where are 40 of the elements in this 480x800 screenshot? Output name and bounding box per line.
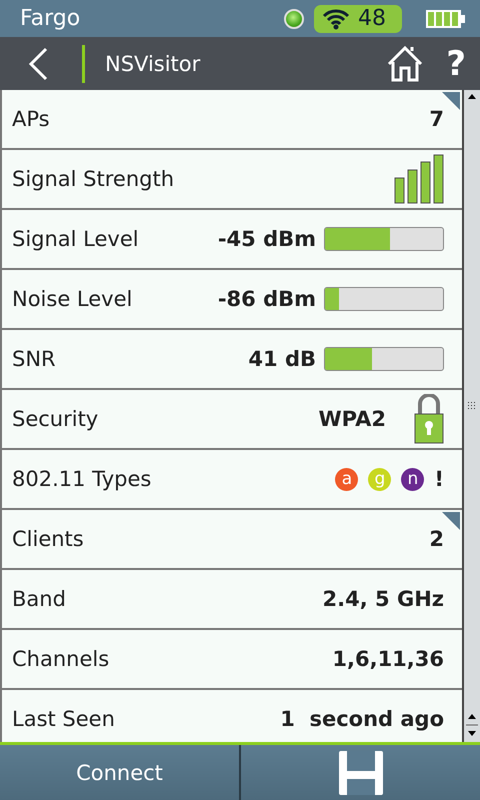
row-value: 41 dB [248, 347, 316, 371]
row-value: 2 [429, 527, 444, 551]
connect-button[interactable]: Connect [0, 745, 239, 800]
row-value: 1,6,11,36 [332, 647, 444, 671]
row-label: APs [12, 107, 51, 131]
row-label: Signal Level [12, 227, 140, 251]
battery-icon [426, 8, 466, 28]
row-label: 802.11 Types [12, 467, 152, 491]
row-label: Noise Level [12, 287, 134, 311]
home-icon[interactable] [386, 44, 424, 82]
type-badge: g [368, 468, 392, 490]
wifi-count: 48 [358, 6, 386, 31]
scroll-grip-icon[interactable] [467, 401, 477, 411]
row-label: Security [12, 407, 100, 431]
wifi-icon [322, 8, 350, 30]
type-badge: a [335, 468, 358, 490]
row-value: -45 dBm [218, 227, 316, 251]
padlock-icon [414, 394, 444, 444]
row-value: 1 second ago [280, 707, 444, 731]
row-value: 7 [429, 107, 444, 131]
back-icon[interactable] [28, 46, 48, 80]
type-badge: n [401, 468, 424, 490]
help-button[interactable]: ? [446, 44, 466, 84]
device-name: Fargo [20, 6, 82, 31]
signal-bars-icon [394, 154, 444, 204]
save-button[interactable] [241, 745, 480, 800]
warning-mark: ! [434, 467, 444, 491]
status-led-icon [284, 8, 304, 28]
row-label: Last Seen [12, 707, 116, 731]
save-icon [338, 750, 382, 794]
scrollbar[interactable] [462, 90, 480, 742]
row-label: Channels [12, 647, 110, 671]
row-value: WPA2 [318, 407, 386, 431]
row-label: Clients [12, 527, 85, 551]
row-label: SNR [12, 347, 57, 371]
row-label: Band [12, 587, 67, 611]
row-value: 2.4, 5 GHz [322, 587, 444, 611]
screen-title: NSVisitor [105, 52, 202, 76]
row-label: Signal Strength [12, 167, 176, 191]
row-value: -86 dBm [218, 287, 316, 311]
